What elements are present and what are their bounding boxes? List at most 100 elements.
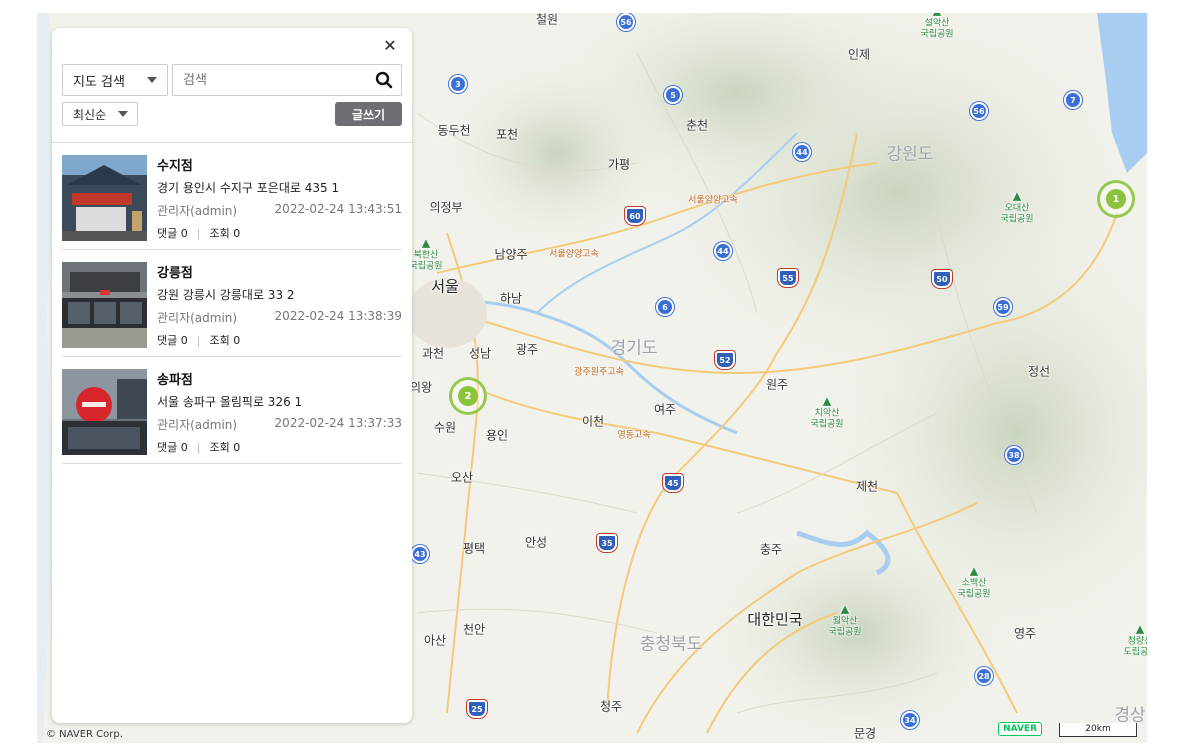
- map-place-label: 남양주: [494, 247, 528, 262]
- view-count: 조회 0: [209, 441, 241, 454]
- store-title[interactable]: 강릉점: [157, 262, 193, 281]
- store-title[interactable]: 수지점: [157, 155, 193, 174]
- map-place-label: 여주: [653, 402, 677, 417]
- search-box: [172, 64, 402, 96]
- write-button[interactable]: 글쓰기: [335, 102, 402, 126]
- map-place-label: 강원도: [886, 144, 934, 165]
- map-place-label: 포천: [495, 127, 519, 142]
- map-park-label: ▲ 오대산 국립공원: [1000, 189, 1034, 225]
- store-date: 2022-02-24 13:43:51: [274, 202, 402, 216]
- map-place-label: 오산: [450, 470, 474, 485]
- map-place-label: 가평: [607, 157, 631, 172]
- map-place-label: 동두천: [437, 123, 471, 138]
- store-stats: 댓글 0 | 조회 0: [157, 332, 240, 348]
- map-park-label: ▲ 월악산 국립공원: [828, 602, 862, 638]
- map-place-label: 춘천: [685, 118, 709, 133]
- search-input[interactable]: [183, 72, 375, 88]
- sort-row: 최신순 글쓰기: [62, 102, 402, 126]
- map-park-label: ▲ 소백산 국립공원: [957, 564, 991, 600]
- store-thumbnail[interactable]: [62, 262, 147, 348]
- caret-down-icon: [147, 77, 157, 83]
- list-item[interactable]: 수지점 경기 용인시 수지구 포은대로 435 1 관리자(admin) 202…: [62, 143, 402, 250]
- store-date: 2022-02-24 13:37:33: [274, 416, 402, 430]
- route-shield: 59: [994, 298, 1012, 316]
- view-count: 조회 0: [209, 227, 241, 240]
- comment-count: 댓글 0: [157, 441, 188, 454]
- route-shield: 44: [793, 143, 811, 161]
- map-place-label: 천안: [462, 622, 486, 637]
- route-shield: 25: [467, 700, 487, 718]
- map-place-label: 안성: [524, 535, 548, 550]
- map-park-label: ▲ 북한산 국립공원: [409, 236, 443, 272]
- store-title[interactable]: 송파점: [157, 369, 193, 388]
- route-shield: 43: [411, 545, 429, 563]
- map-place-label: 아산: [423, 633, 447, 648]
- route-shield: 56: [970, 102, 988, 120]
- map-place-label: 정선: [1027, 364, 1051, 379]
- sort-label: 최신순: [73, 107, 107, 122]
- map-place-label: 용인: [485, 428, 509, 443]
- comment-count: 댓글 0: [157, 227, 188, 240]
- stats-separator: |: [196, 226, 201, 240]
- search-type-label: 지도 검색: [73, 74, 125, 90]
- route-shield: 55: [778, 269, 798, 287]
- route-shield: 52: [715, 351, 735, 369]
- naver-logo: NAVER: [998, 722, 1042, 736]
- stats-separator: |: [196, 440, 201, 454]
- map-place-label: 광주: [515, 342, 539, 357]
- list-item[interactable]: 강릉점 강원 강릉시 강릉대로 33 2 관리자(admin) 2022-02-…: [62, 250, 402, 357]
- route-shield: 38: [1005, 446, 1023, 464]
- store-list: 수지점 경기 용인시 수지구 포은대로 435 1 관리자(admin) 202…: [62, 143, 402, 464]
- search-icon[interactable]: [375, 71, 393, 89]
- map-highway-label: 서울양양고속: [549, 249, 599, 260]
- map-place-label: 문경: [853, 726, 877, 741]
- route-shield: 35: [597, 534, 617, 552]
- route-shield: 34: [901, 711, 919, 729]
- map-place-label: 대한민국: [747, 610, 803, 629]
- route-shield: 60: [625, 207, 645, 225]
- map-cluster-marker[interactable]: 1: [1097, 180, 1135, 218]
- store-stats: 댓글 0 | 조회 0: [157, 225, 240, 241]
- route-shield: 3: [449, 75, 467, 93]
- map-place-label: 의정부: [429, 200, 463, 215]
- cluster-count: 1: [1106, 189, 1126, 209]
- map-place-label: 경기도: [610, 338, 658, 359]
- map-highway-label: 광주원주고속: [574, 367, 624, 378]
- map-place-label: 성남: [468, 346, 492, 361]
- caret-down-icon: [118, 111, 128, 117]
- route-shield: 5: [664, 86, 682, 104]
- map-place-label: 평택: [462, 541, 486, 556]
- map-highway-label: 영동고속: [617, 430, 651, 441]
- search-type-select[interactable]: 지도 검색: [62, 64, 168, 96]
- map-place-label: 영주: [1013, 626, 1037, 641]
- map-highway-label: 서울양양고속: [688, 195, 738, 206]
- close-icon[interactable]: ✕: [382, 38, 398, 54]
- map-scale-bar: 20km: [1059, 723, 1137, 737]
- map-place-label: 청주: [599, 699, 623, 714]
- store-author: 관리자(admin): [157, 418, 238, 432]
- map-place-label: 원주: [765, 377, 789, 392]
- route-shield: 6: [656, 298, 674, 316]
- store-author: 관리자(admin): [157, 311, 238, 325]
- route-shield: 56: [617, 13, 635, 31]
- map-place-label: 과천: [421, 346, 445, 361]
- map-place-label: 서울: [431, 277, 459, 296]
- map-place-label: 인제: [847, 47, 871, 62]
- map-park-label: ▲ 치악산 국립공원: [810, 394, 844, 430]
- map-place-label: 철원: [535, 13, 559, 27]
- search-row: 지도 검색: [62, 64, 402, 96]
- list-item[interactable]: 송파점 서울 송파구 올림픽로 326 1 관리자(admin) 2022-02…: [62, 357, 402, 464]
- store-list-panel: ✕ 지도 검색 최신순 글쓰기: [52, 28, 412, 723]
- store-address: 서울 송파구 올림픽로 326 1: [157, 395, 303, 409]
- route-shield: 50: [932, 270, 952, 288]
- map-place-label: 의왕: [409, 380, 433, 395]
- map-cluster-marker[interactable]: 2: [449, 377, 487, 415]
- route-shield: 7: [1064, 91, 1082, 109]
- sort-select[interactable]: 최신순: [62, 102, 138, 126]
- map-copyright: © NAVER Corp.: [46, 729, 123, 740]
- store-thumbnail[interactable]: [62, 369, 147, 455]
- map-place-label: 충주: [759, 542, 783, 557]
- store-thumbnail[interactable]: [62, 155, 147, 241]
- route-shield: 44: [714, 242, 732, 260]
- map-place-label: 수원: [433, 420, 457, 435]
